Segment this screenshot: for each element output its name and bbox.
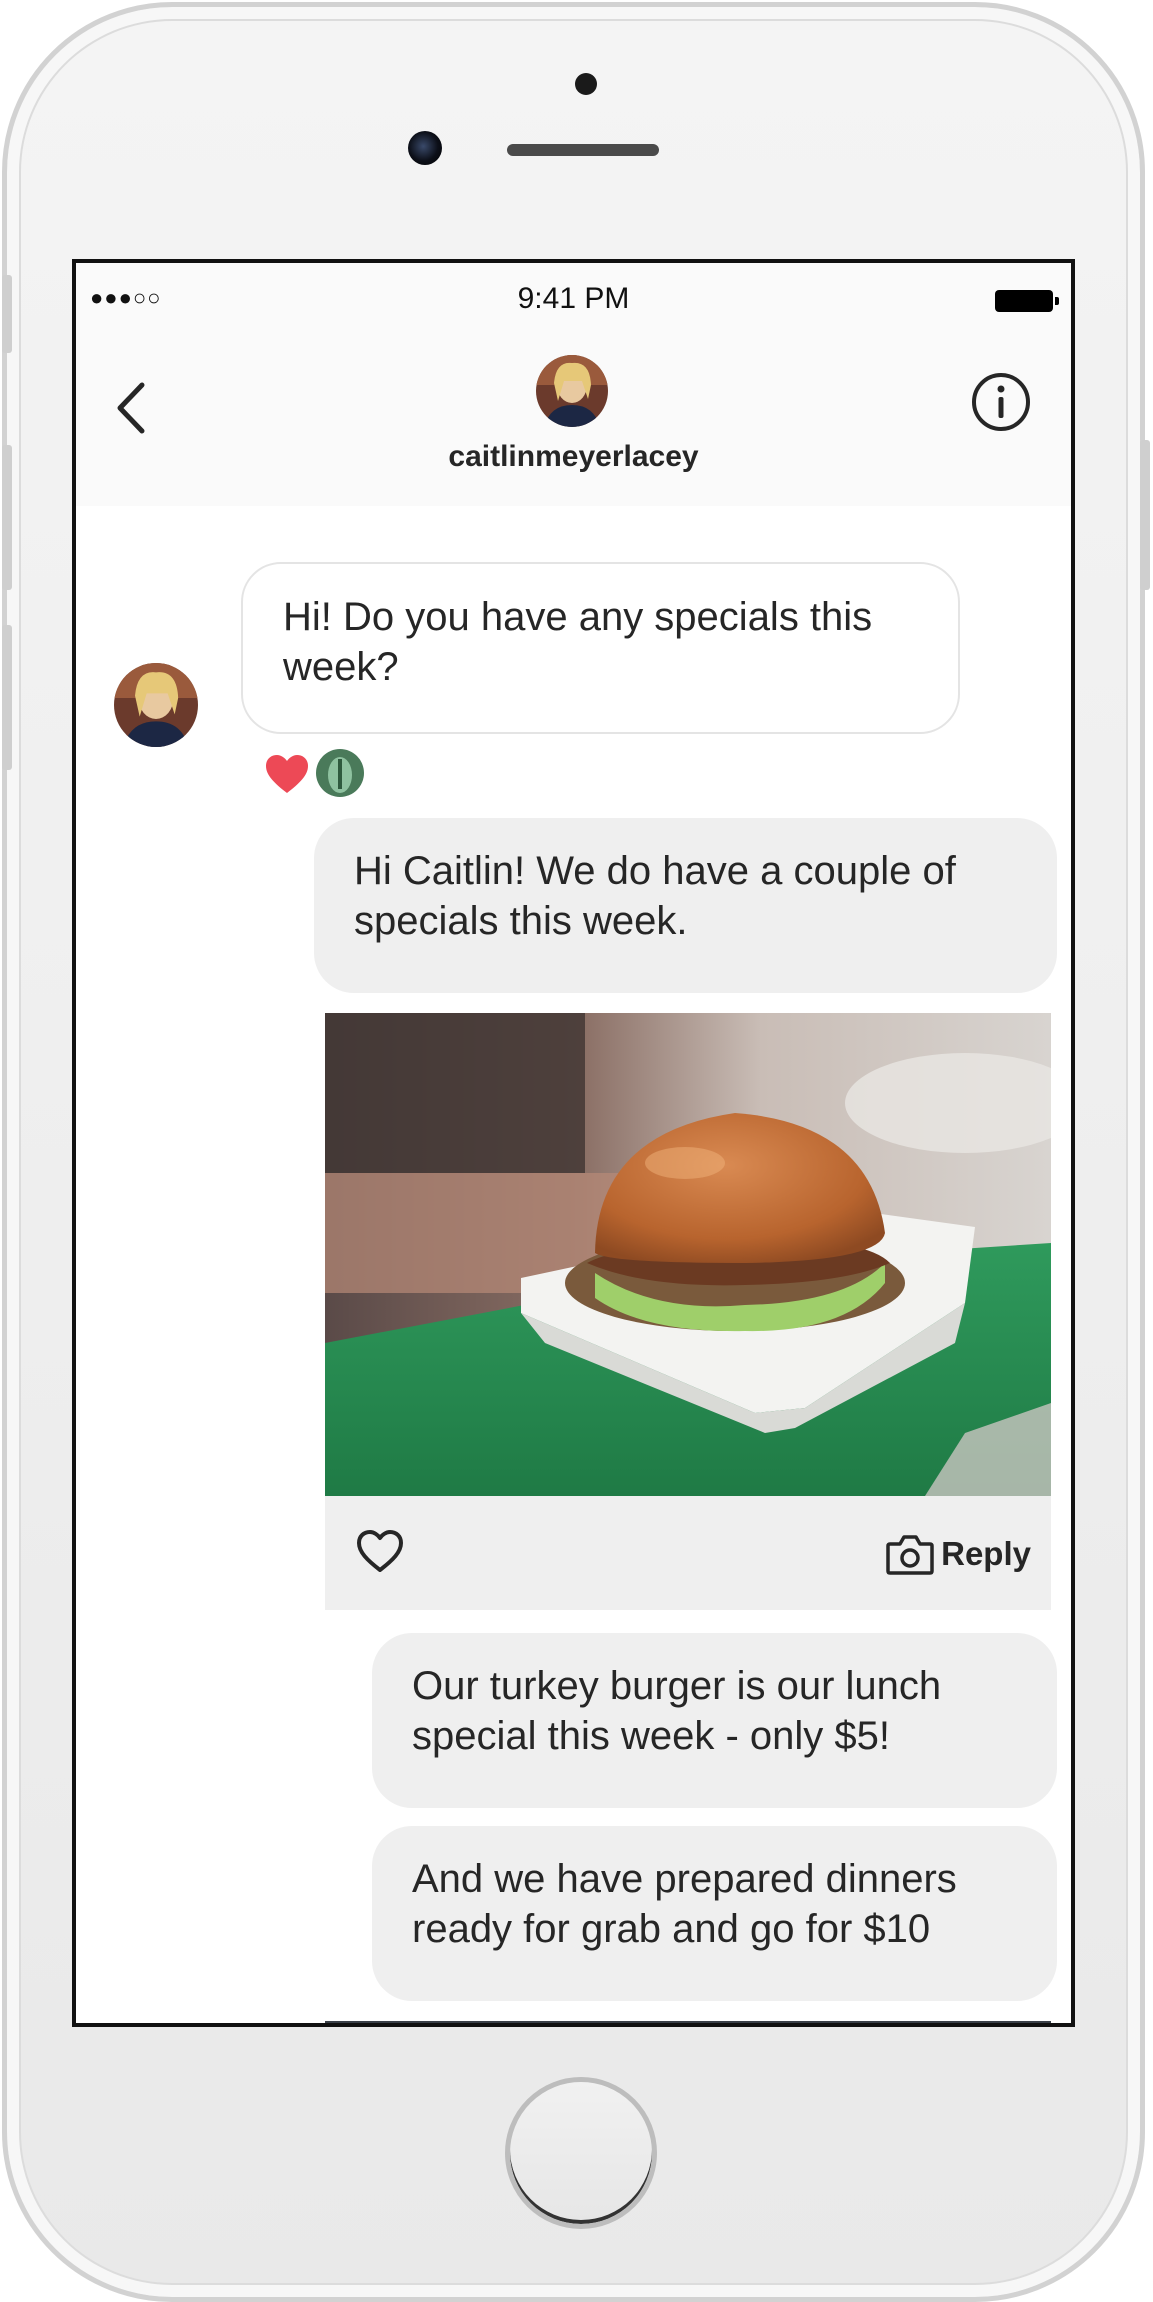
photo-message[interactable]: Reply <box>325 1013 1051 1610</box>
incoming-message-bubble[interactable]: Hi! Do you have any specials this week? <box>241 562 960 734</box>
power-button <box>1140 440 1150 590</box>
outgoing-message-bubble[interactable]: Hi Caitlin! We do have a couple of speci… <box>314 818 1057 993</box>
battery-icon <box>995 290 1059 312</box>
outgoing-message-bubble[interactable]: And we have prepared dinners ready for g… <box>372 1826 1057 2001</box>
reactor-avatar <box>314 747 366 799</box>
proximity-sensor <box>575 73 597 95</box>
status-time: 9:41 PM <box>517 282 630 315</box>
reply-label: Reply <box>941 1535 1031 1572</box>
heart-filled-icon <box>266 755 308 793</box>
profile-photo-icon <box>536 355 608 427</box>
like-button[interactable] <box>355 1528 405 1574</box>
photo-actions: Reply <box>325 1496 1051 1610</box>
conversation-header: caitlinmeyerlacey <box>76 323 1071 508</box>
volume-down-button <box>2 625 12 770</box>
reactor-profile-icon <box>316 749 364 797</box>
reply-button[interactable]: Reply <box>885 1530 1031 1578</box>
outgoing-message-bubble[interactable]: Our turkey burger is our lunch special t… <box>372 1633 1057 1808</box>
phone-screen: ●●●○○ 9:41 PM caitlinmeyerlacey Hi! Do y… <box>72 259 1075 2027</box>
mute-switch <box>2 275 12 353</box>
burger-photo[interactable] <box>325 1013 1051 1496</box>
home-button[interactable] <box>505 2077 657 2229</box>
camera-icon <box>886 1535 934 1575</box>
chevron-left-icon <box>117 382 145 434</box>
earpiece-speaker <box>507 144 659 156</box>
volume-up-button <box>2 445 12 590</box>
burger-image <box>325 1013 1051 1496</box>
back-button[interactable] <box>106 373 156 443</box>
heart-outline-icon <box>357 1530 403 1572</box>
sender-avatar[interactable] <box>114 663 198 747</box>
info-button[interactable] <box>969 370 1033 434</box>
info-circle-icon <box>972 373 1030 431</box>
header-username[interactable]: caitlinmeyerlacey <box>76 440 1071 474</box>
partial-photo-image <box>325 2021 1051 2027</box>
profile-photo-icon <box>114 663 198 747</box>
partial-photo-message[interactable] <box>325 2021 1051 2027</box>
header-avatar[interactable] <box>536 355 608 427</box>
front-camera <box>408 131 442 165</box>
status-bar: ●●●○○ 9:41 PM <box>76 263 1071 323</box>
